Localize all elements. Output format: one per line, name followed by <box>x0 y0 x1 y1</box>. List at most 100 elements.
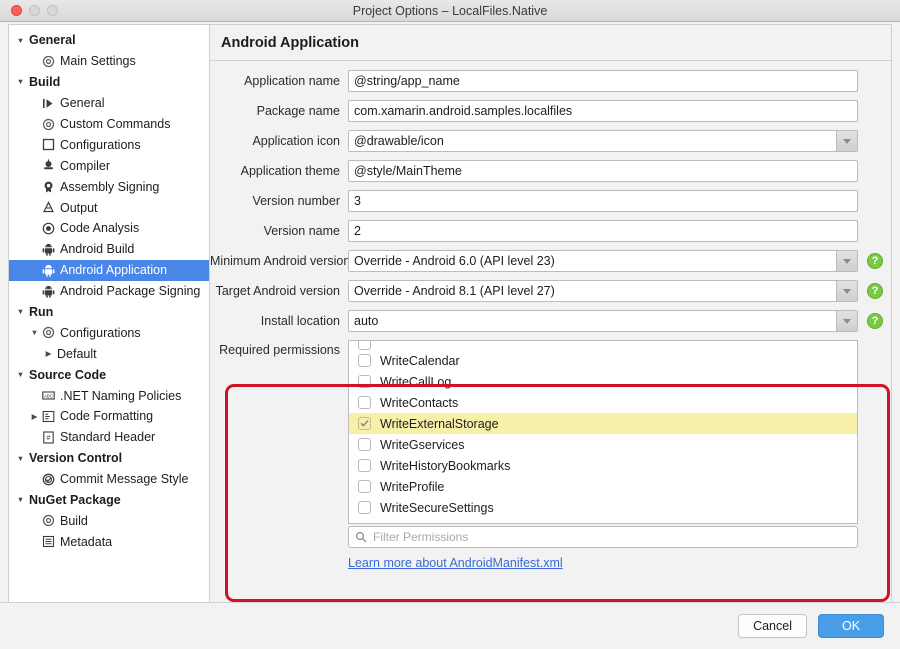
sidebar-item-main-settings[interactable]: Main Settings <box>9 51 209 72</box>
sidebar-item-code-analysis[interactable]: Code Analysis <box>9 218 209 239</box>
chevron-down-icon[interactable]: ▼ <box>15 371 26 379</box>
label-application-icon: Application icon <box>210 134 348 148</box>
permission-item[interactable]: WriteCallLog <box>349 371 857 392</box>
sidebar-item-default[interactable]: ▶Default <box>9 343 209 364</box>
chevron-down-icon[interactable]: ▼ <box>15 37 26 45</box>
chevron-right-icon[interactable]: ▶ <box>29 413 40 421</box>
help-icon-install-location[interactable]: ? <box>867 313 883 329</box>
sidebar-item-general[interactable]: ▼General <box>9 30 209 51</box>
page-title: Android Application <box>221 35 359 51</box>
permission-checkbox[interactable] <box>358 438 371 451</box>
chevron-down-icon[interactable] <box>836 281 857 301</box>
label-target-android-version: Target Android version <box>210 284 348 298</box>
permission-label: WriteContacts <box>380 396 458 410</box>
permission-checkbox[interactable] <box>358 459 371 472</box>
permission-checkbox[interactable] <box>358 480 371 493</box>
chevron-down-icon[interactable]: ▼ <box>15 455 26 463</box>
android-application-form: Application name@string/app_namePackage … <box>210 61 891 572</box>
sidebar-item-label: Assembly Signing <box>60 180 159 194</box>
window-body: ▼GeneralMain Settings▼BuildGeneralCustom… <box>0 22 900 649</box>
permission-checkbox[interactable] <box>358 417 371 430</box>
form-row-application-icon: Application icon@drawable/icon <box>210 130 891 152</box>
sidebar-item-label: Custom Commands <box>60 117 170 131</box>
seal-icon <box>40 180 57 193</box>
install-location-combobox[interactable]: auto <box>348 310 858 332</box>
permission-checkbox[interactable] <box>358 375 371 388</box>
minimum-android-version-value: Override - Android 6.0 (API level 23) <box>349 251 836 271</box>
ok-button[interactable]: OK <box>818 614 884 638</box>
permission-item-clipped[interactable] <box>349 341 857 350</box>
sidebar-item-source-code[interactable]: ▼Source Code <box>9 364 209 385</box>
sidebar-item-code-formatting[interactable]: ▶Code Formatting <box>9 406 209 427</box>
sidebar-item-custom-commands[interactable]: Custom Commands <box>9 114 209 135</box>
sidebar-item-version-control[interactable]: ▼Version Control <box>9 448 209 469</box>
sidebar-item-build[interactable]: Build <box>9 510 209 531</box>
sidebar-item-configurations[interactable]: Configurations <box>9 134 209 155</box>
permission-item[interactable]: WriteGservices <box>349 434 857 455</box>
sidebar-item-general[interactable]: General <box>9 93 209 114</box>
permission-checkbox[interactable] <box>358 396 371 409</box>
chevron-down-icon[interactable]: ▼ <box>15 78 26 86</box>
sidebar-item-label: Default <box>57 347 97 361</box>
settings-sidebar[interactable]: ▼GeneralMain Settings▼BuildGeneralCustom… <box>8 24 210 618</box>
chevron-down-icon[interactable]: ▼ <box>15 308 26 316</box>
sidebar-item-label: Configurations <box>60 138 141 152</box>
zoom-button[interactable] <box>47 5 58 16</box>
sidebar-item-label: Output <box>60 201 98 215</box>
permission-checkbox[interactable] <box>358 341 371 350</box>
sidebar-item-net-naming-policies[interactable]: ABC.NET Naming Policies <box>9 385 209 406</box>
minimize-button[interactable] <box>29 5 40 16</box>
permissions-list[interactable]: WriteCalendarWriteCallLog WriteContacts Wr… <box>348 340 858 524</box>
version-number-input[interactable]: 3 <box>348 190 858 212</box>
permission-label: WriteProfile <box>380 480 444 494</box>
minimum-android-version-combobox[interactable]: Override - Android 6.0 (API level 23) <box>348 250 858 272</box>
permission-item[interactable]: WriteExternalStorage <box>349 413 857 434</box>
sidebar-item-commit-message-style[interactable]: Commit Message Style <box>9 469 209 490</box>
application-theme-input[interactable]: @style/MainTheme <box>348 160 858 182</box>
sidebar-item-android-package-signing[interactable]: Android Package Signing <box>9 281 209 302</box>
application-name-input[interactable]: @string/app_name <box>348 70 858 92</box>
permission-item[interactable]: WriteHistoryBookmarks <box>349 455 857 476</box>
sidebar-item-assembly-signing[interactable]: Assembly Signing <box>9 176 209 197</box>
permission-checkbox[interactable] <box>358 501 371 514</box>
sidebar-item-nuget-package[interactable]: ▼NuGet Package <box>9 490 209 511</box>
application-icon-combobox[interactable]: @drawable/icon <box>348 130 858 152</box>
help-icon-target-android-version[interactable]: ? <box>867 283 883 299</box>
chevron-down-icon[interactable]: ▼ <box>15 496 26 504</box>
sidebar-item-metadata[interactable]: Metadata <box>9 531 209 552</box>
project-options-window: Project Options – LocalFiles.Native ▼Gen… <box>0 0 900 649</box>
radio-target-icon <box>40 222 57 235</box>
permission-checkbox[interactable] <box>358 354 371 367</box>
sidebar-item-label: Metadata <box>60 535 112 549</box>
permission-label: WriteHistoryBookmarks <box>380 459 510 473</box>
learn-more-link[interactable]: Learn more about AndroidManifest.xml <box>348 556 563 570</box>
version-name-input[interactable]: 2 <box>348 220 858 242</box>
help-icon-minimum-android-version[interactable]: ? <box>867 253 883 269</box>
sidebar-item-android-application[interactable]: Android Application <box>9 260 209 281</box>
android-icon <box>40 264 57 277</box>
sidebar-item-output[interactable]: Output <box>9 197 209 218</box>
close-button[interactable] <box>11 5 22 16</box>
sidebar-item-standard-header[interactable]: #Standard Header <box>9 427 209 448</box>
chevron-down-icon[interactable] <box>836 311 857 331</box>
chevron-down-icon[interactable]: ▼ <box>29 329 40 337</box>
dialog-footer: Cancel OK <box>0 602 900 649</box>
permission-item[interactable]: WriteCalendar <box>349 350 857 371</box>
package-name-input[interactable]: com.xamarin.android.samples.localfiles <box>348 100 858 122</box>
sidebar-item-compiler[interactable]: Compiler <box>9 155 209 176</box>
sidebar-item-run[interactable]: ▼Run <box>9 302 209 323</box>
chevron-down-icon[interactable] <box>836 131 857 151</box>
chevron-down-icon[interactable] <box>836 251 857 271</box>
sidebar-item-android-build[interactable]: Android Build <box>9 239 209 260</box>
target-android-version-combobox[interactable]: Override - Android 8.1 (API level 27) <box>348 280 858 302</box>
cancel-button[interactable]: Cancel <box>738 614 807 638</box>
search-icon <box>355 531 369 543</box>
form-row-application-theme: Application theme@style/MainTheme <box>210 160 891 182</box>
sidebar-item-configurations[interactable]: ▼Configurations <box>9 322 209 343</box>
permission-item[interactable]: WriteContacts <box>349 392 857 413</box>
permission-item[interactable]: WriteProfile <box>349 476 857 497</box>
chevron-right-icon[interactable]: ▶ <box>43 350 54 358</box>
permission-item[interactable]: WriteSecureSettings <box>349 497 857 518</box>
filter-permissions-input[interactable]: Filter Permissions <box>348 526 858 548</box>
sidebar-item-build[interactable]: ▼Build <box>9 72 209 93</box>
